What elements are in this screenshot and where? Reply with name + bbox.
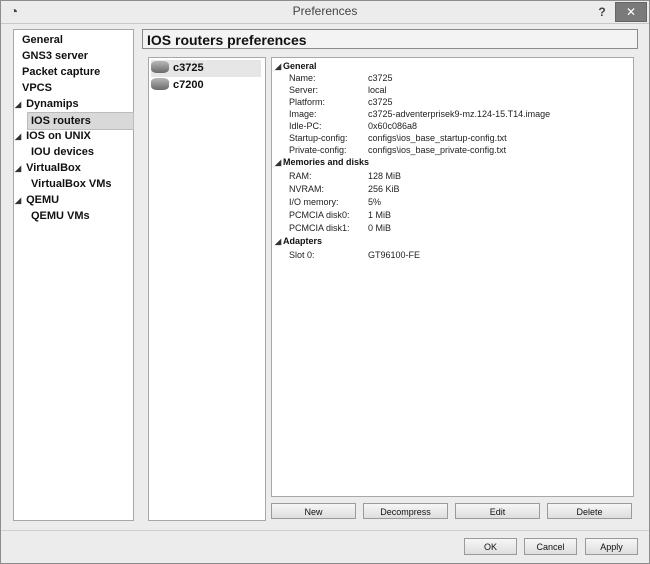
nav-item-gns3-server[interactable]: GNS3 server bbox=[22, 48, 88, 64]
router-icon bbox=[151, 78, 169, 91]
prop-value: 128 MiB bbox=[368, 171, 402, 181]
prop-value: 1 MiB bbox=[368, 210, 392, 220]
window-title: Preferences bbox=[292, 4, 358, 18]
router-properties-tree: ◢ General Name: c3725 Server: local Platf… bbox=[271, 57, 634, 497]
nav-item-label: GNS3 server bbox=[22, 50, 89, 62]
section-label: Memories and disks bbox=[283, 157, 370, 167]
footer-separator bbox=[1, 530, 649, 531]
prop-name: Server: bbox=[289, 85, 319, 95]
collapse-arrow-icon[interactable]: ◢ bbox=[275, 61, 283, 73]
prop-name: Name: bbox=[289, 73, 316, 83]
nav-item-label: Packet capture bbox=[22, 66, 101, 78]
nav-item-label: Dynamips bbox=[26, 98, 79, 110]
prop-name: Idle-PC: bbox=[289, 121, 322, 131]
nav-item-virtualbox[interactable]: ◢ VirtualBox bbox=[15, 160, 81, 176]
nav-item-label: QEMU VMs bbox=[31, 210, 90, 222]
section-general[interactable]: ◢ General bbox=[275, 60, 317, 72]
router-list: c3725 c7200 bbox=[148, 57, 266, 521]
prop-name: RAM: bbox=[289, 171, 312, 181]
nav-item-qemu-vms[interactable]: QEMU VMs bbox=[31, 208, 90, 224]
prop-value: configs\ios_base_private-config.txt bbox=[368, 145, 507, 155]
prop-value: 0x60c086a8 bbox=[368, 121, 418, 131]
new-button[interactable]: New bbox=[271, 503, 356, 519]
section-label: General bbox=[283, 61, 317, 71]
decompress-button[interactable]: Decompress bbox=[363, 503, 448, 519]
nav-item-label: IOS on UNIX bbox=[26, 130, 91, 142]
nav-item-label: VirtualBox bbox=[26, 162, 81, 174]
collapse-arrow-icon[interactable]: ◢ bbox=[15, 193, 23, 209]
nav-item-ios-on-unix[interactable]: ◢ IOS on UNIX bbox=[15, 128, 91, 144]
apply-button[interactable]: Apply bbox=[585, 538, 638, 555]
prop-value: GT96100-FE bbox=[368, 250, 421, 260]
nav-item-general[interactable]: General bbox=[22, 32, 63, 48]
prop-name: Slot 0: bbox=[289, 250, 315, 260]
prop-name: Startup-config: bbox=[289, 133, 348, 143]
nav-item-label: QEMU bbox=[26, 194, 60, 206]
nav-item-dynamips[interactable]: ◢ Dynamips bbox=[15, 96, 79, 112]
close-button[interactable]: ✕ bbox=[615, 2, 647, 22]
prop-name: I/O memory: bbox=[289, 197, 339, 207]
nav-item-label: General bbox=[22, 34, 63, 46]
prop-value: c3725 bbox=[368, 97, 393, 107]
preferences-nav: General GNS3 server Packet capture VPCS … bbox=[13, 29, 134, 521]
prop-value: local bbox=[368, 85, 387, 95]
nav-item-label: IOS routers bbox=[31, 115, 91, 127]
edit-button[interactable]: Edit bbox=[455, 503, 540, 519]
nav-item-qemu[interactable]: ◢ QEMU bbox=[15, 192, 59, 208]
nav-item-label: VPCS bbox=[22, 82, 52, 94]
router-item-c3725[interactable]: c3725 bbox=[151, 60, 261, 77]
section-adapters[interactable]: ◢ Adapters bbox=[275, 235, 322, 247]
router-name: c3725 bbox=[173, 62, 204, 74]
prop-name: PCMCIA disk0: bbox=[289, 210, 350, 220]
router-item-c7200[interactable]: c7200 bbox=[151, 77, 261, 94]
ok-button[interactable]: OK bbox=[464, 538, 517, 555]
nav-item-virtualbox-vms[interactable]: VirtualBox VMs bbox=[31, 176, 112, 192]
nav-item-vpcs[interactable]: VPCS bbox=[22, 80, 52, 96]
prop-value: 5% bbox=[368, 197, 382, 207]
title-bar: ◔ Preferences ? ✕ bbox=[1, 1, 649, 24]
prop-value: configs\ios_base_startup-config.txt bbox=[368, 133, 507, 143]
prop-value: 0 MiB bbox=[368, 223, 392, 233]
router-icon bbox=[151, 61, 169, 74]
prop-name: Platform: bbox=[289, 97, 326, 107]
prop-name: NVRAM: bbox=[289, 184, 325, 194]
collapse-arrow-icon[interactable]: ◢ bbox=[275, 236, 283, 248]
nav-item-iou-devices[interactable]: IOU devices bbox=[31, 144, 94, 160]
nav-item-packet-capture[interactable]: Packet capture bbox=[22, 64, 100, 80]
preferences-window: ◔ Preferences ? ✕ General GNS3 server Pa… bbox=[0, 0, 650, 564]
collapse-arrow-icon[interactable]: ◢ bbox=[15, 129, 23, 145]
cancel-button[interactable]: Cancel bbox=[524, 538, 577, 555]
nav-item-label: VirtualBox VMs bbox=[31, 178, 112, 190]
delete-button[interactable]: Delete bbox=[547, 503, 632, 519]
help-button[interactable]: ? bbox=[593, 4, 611, 20]
collapse-arrow-icon[interactable]: ◢ bbox=[15, 97, 23, 113]
collapse-arrow-icon[interactable]: ◢ bbox=[15, 161, 23, 177]
prop-value: c3725-adventerprisek9-mz.124-15.T14.imag… bbox=[368, 109, 551, 119]
section-memories-disks[interactable]: ◢ Memories and disks bbox=[275, 156, 369, 168]
page-title: IOS routers preferences bbox=[142, 29, 638, 49]
prop-name: PCMCIA disk1: bbox=[289, 223, 350, 233]
prop-value: c3725 bbox=[368, 73, 393, 83]
prop-value: 256 KiB bbox=[368, 184, 400, 194]
nav-item-label: IOU devices bbox=[31, 146, 94, 158]
section-label: Adapters bbox=[283, 236, 323, 246]
collapse-arrow-icon[interactable]: ◢ bbox=[275, 157, 283, 169]
router-name: c7200 bbox=[173, 79, 204, 91]
prop-name: Image: bbox=[289, 109, 317, 119]
prop-name: Private-config: bbox=[289, 145, 347, 155]
